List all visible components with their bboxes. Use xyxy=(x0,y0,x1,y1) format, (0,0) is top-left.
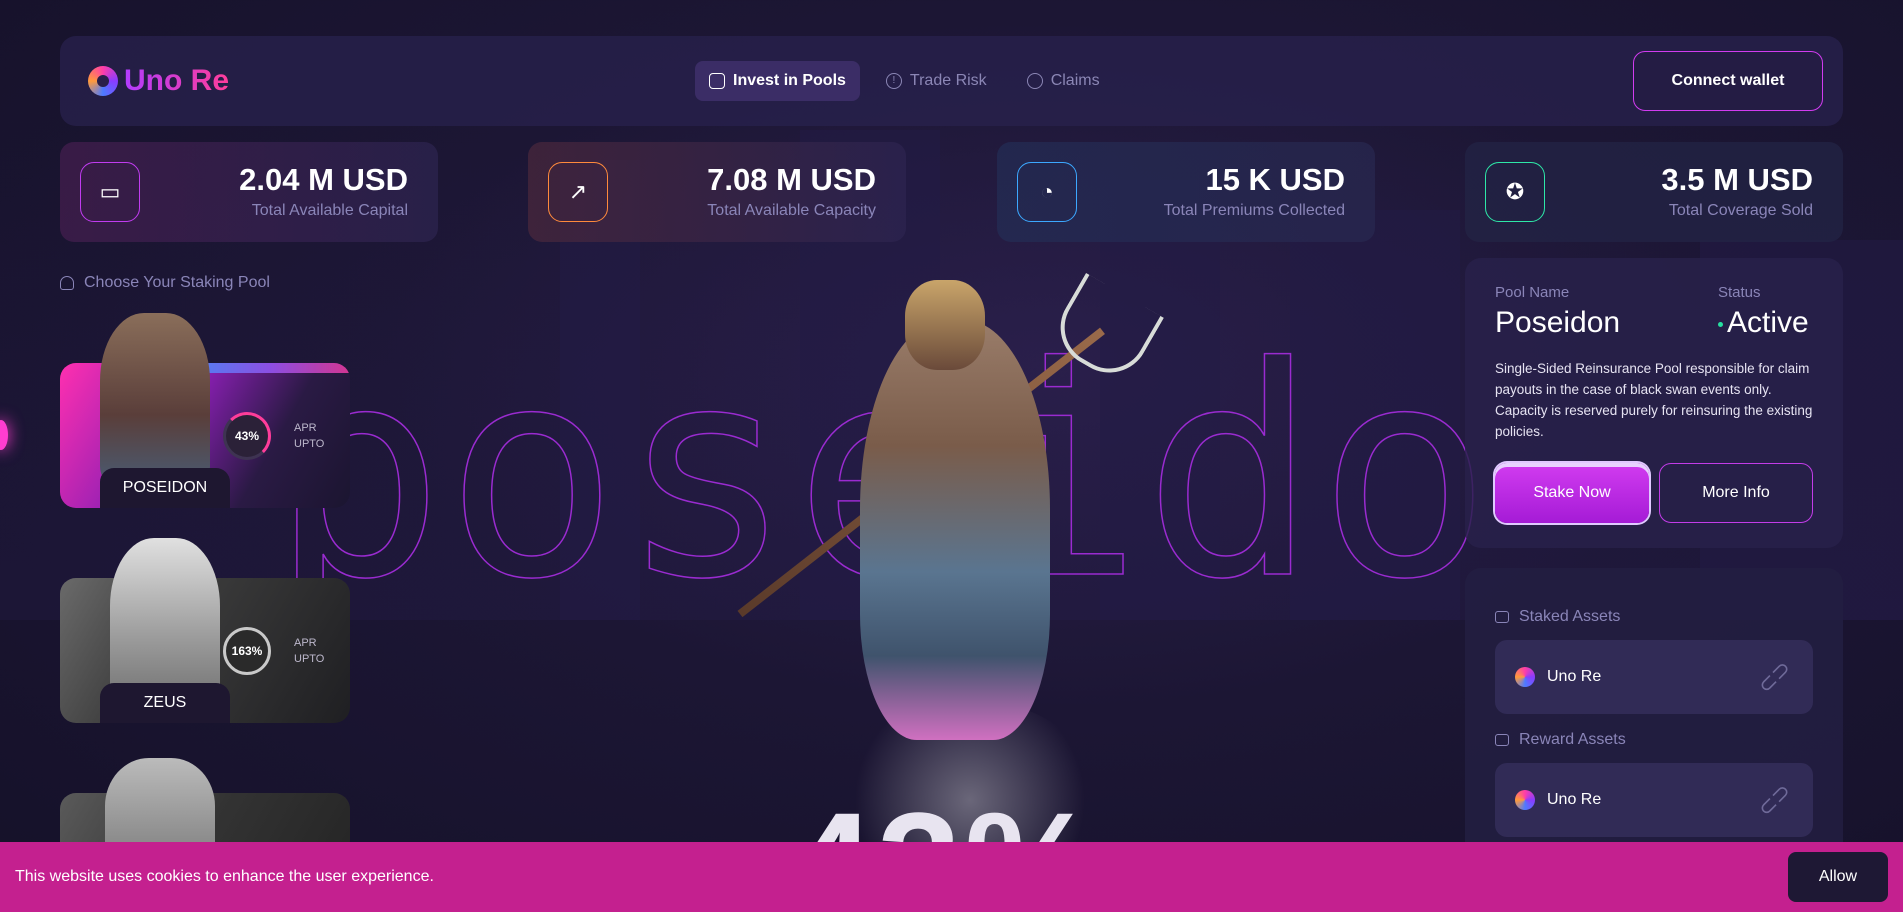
stat-value: 15 K USD xyxy=(1205,162,1345,197)
pool-icon xyxy=(709,73,725,89)
apr-label: APR UPTO xyxy=(294,421,325,450)
users-icon xyxy=(60,276,74,290)
pool-name: POSEIDON xyxy=(100,468,230,508)
apr-ring: 163% xyxy=(223,626,271,675)
pool-card-zeus[interactable]: 163% APR UPTO ZEUS xyxy=(60,538,350,723)
tab-invest-in-pools[interactable]: Invest in Pools xyxy=(695,61,860,101)
choose-pool-heading: Choose Your Staking Pool xyxy=(60,274,270,292)
stat-value: 7.08 M USD xyxy=(707,162,876,197)
pie-chart-icon: ◔ xyxy=(1017,162,1077,222)
status-label: Status xyxy=(1718,284,1761,301)
tab-label: Invest in Pools xyxy=(733,72,846,89)
tab-label: Claims xyxy=(1050,72,1100,89)
stat-label: Total Premiums Collected xyxy=(1163,202,1345,219)
allow-cookies-button[interactable]: Allow xyxy=(1788,852,1888,902)
pool-name: ZEUS xyxy=(100,683,230,723)
trident-icon xyxy=(1046,272,1164,388)
stat-value: 2.04 M USD xyxy=(239,162,408,197)
pool-name-label: Pool Name xyxy=(1495,284,1570,301)
choose-pool-label: Choose Your Staking Pool xyxy=(84,274,270,291)
stat-value: 3.5 M USD xyxy=(1661,162,1813,197)
stat-card-available-capital: ▭ 2.04 M USD Total Available Capital xyxy=(60,142,438,242)
cookie-text: This website uses cookies to enhance the… xyxy=(15,868,434,885)
lightbulb-icon xyxy=(1026,73,1043,89)
apr-ring: 43% xyxy=(223,411,271,460)
briefcase-icon xyxy=(1495,734,1509,746)
briefcase-icon xyxy=(1495,611,1509,623)
stake-now-button[interactable]: Stake Now xyxy=(1495,463,1649,523)
stat-card-available-capacity: ↗ 7.08 M USD Total Available Capacity xyxy=(528,142,906,242)
uno-re-token-icon xyxy=(1515,667,1535,687)
cookie-banner: This website uses cookies to enhance the… xyxy=(0,842,1903,912)
more-info-button[interactable]: More Info xyxy=(1659,463,1813,523)
chart-growth-icon: ↗ xyxy=(548,162,608,222)
status-badge: Active xyxy=(1718,306,1809,340)
logo-text: Uno Re xyxy=(124,64,229,97)
uno-re-token-icon xyxy=(1515,790,1535,810)
asset-name: Uno Re xyxy=(1547,791,1602,808)
pool-card-poseidon[interactable]: 43% APR UPTO POSEIDON xyxy=(60,313,350,508)
pool-name-value: Poseidon xyxy=(1495,306,1621,339)
reward-assets-heading: Reward Assets xyxy=(1495,731,1626,749)
link-icon[interactable]: ⊂⊃ xyxy=(1752,655,1796,699)
stat-label: Total Coverage Sold xyxy=(1668,202,1813,219)
poseidon-hero-image xyxy=(730,272,1164,900)
award-icon: ✪ xyxy=(1485,162,1545,222)
stat-label: Total Available Capital xyxy=(251,202,408,219)
stat-card-premiums-collected: ◔ 15 K USD Total Premiums Collected xyxy=(997,142,1375,242)
staked-asset-row[interactable]: Uno Re ⊂⊃ xyxy=(1495,640,1813,714)
info-circle-icon: ! xyxy=(885,73,902,89)
pool-detail-card: Pool Name Poseidon Status Active Single-… xyxy=(1465,258,1843,548)
asset-name: Uno Re xyxy=(1547,668,1602,685)
uno-re-logo-icon xyxy=(88,66,118,96)
stat-label: Total Available Capacity xyxy=(707,202,876,219)
logo[interactable]: Uno Re xyxy=(88,64,229,98)
pool-description: Single-Sided Reinsurance Pool responsibl… xyxy=(1495,361,1813,439)
reward-asset-row[interactable]: Uno Re ⊂⊃ xyxy=(1495,763,1813,837)
link-icon[interactable]: ⊂⊃ xyxy=(1752,778,1796,822)
connect-wallet-button[interactable]: Connect wallet xyxy=(1633,51,1823,111)
active-indicator xyxy=(0,420,8,450)
stat-card-coverage-sold: ✪ 3.5 M USD Total Coverage Sold xyxy=(1465,142,1843,242)
wallet-icon: ▭ xyxy=(80,162,140,222)
apr-label: APR UPTO xyxy=(294,636,325,665)
staked-assets-heading: Staked Assets xyxy=(1495,608,1620,626)
poseidon-thumbnail xyxy=(100,313,210,483)
tab-label: Trade Risk xyxy=(909,72,987,89)
nav-tabs: Invest in Pools ! Trade Risk Claims xyxy=(695,61,1114,101)
assets-card: Staked Assets Uno Re ⊂⊃ Reward Assets Un… xyxy=(1465,568,1843,858)
status-dot-icon xyxy=(1718,321,1723,327)
tab-trade-risk[interactable]: ! Trade Risk xyxy=(872,61,1001,101)
tab-claims[interactable]: Claims xyxy=(1013,61,1114,101)
top-navbar: Uno Re Invest in Pools ! Trade Risk Clai… xyxy=(60,36,1843,126)
